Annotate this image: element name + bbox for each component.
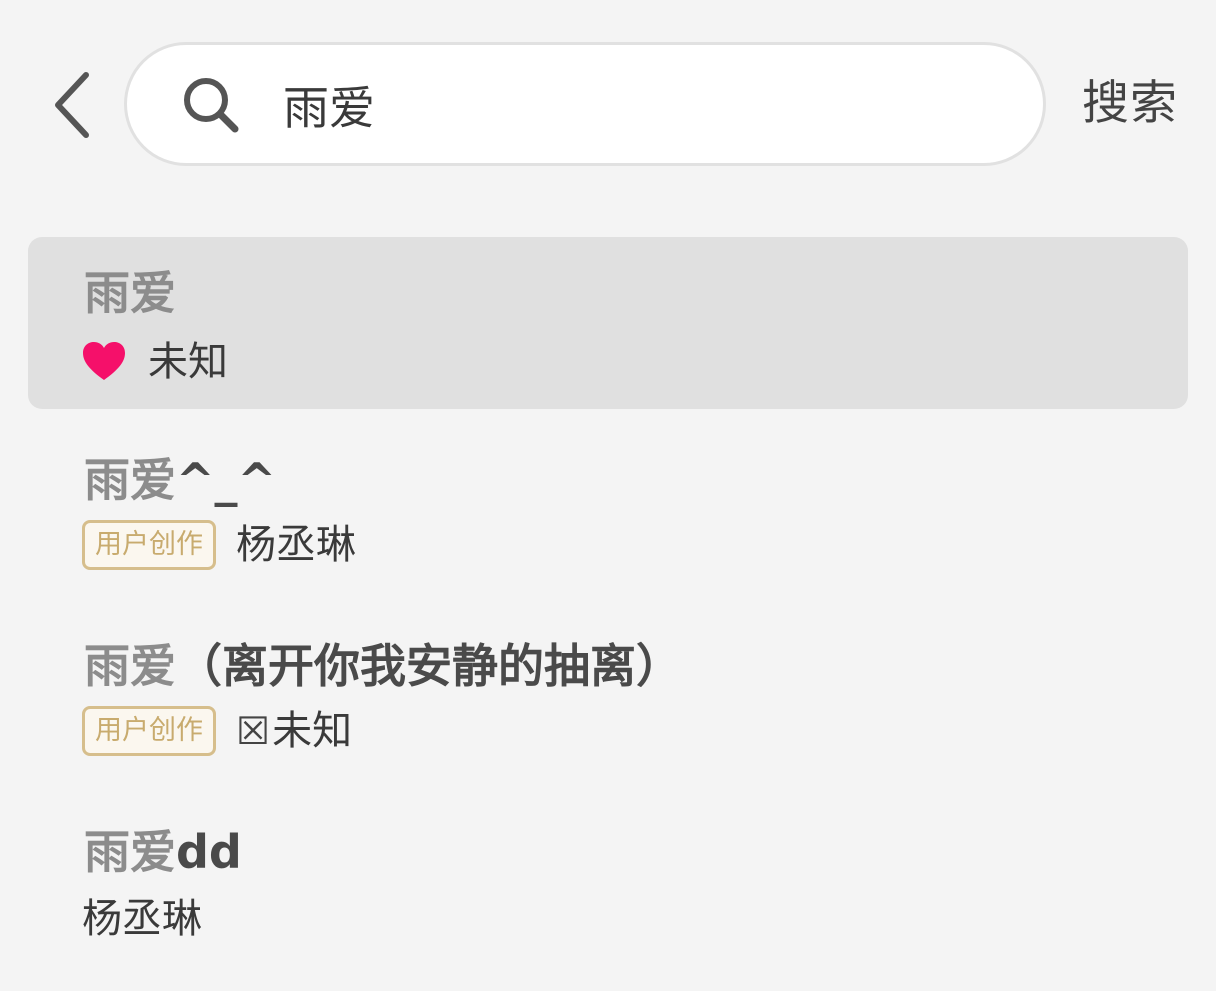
back-button[interactable] bbox=[40, 60, 104, 150]
search-icon bbox=[184, 78, 239, 133]
suggestion-title-rest: （离开你我安静的抽离） bbox=[176, 639, 682, 693]
search-input[interactable] bbox=[283, 65, 983, 145]
suggestion-subtitle-row: 用户创作 ☒ 未知 bbox=[82, 706, 352, 756]
suggestion-subtitle-row: 用户创作 杨丞琳 bbox=[82, 520, 356, 570]
search-bar[interactable] bbox=[124, 42, 1046, 166]
user-created-badge: 用户创作 bbox=[82, 706, 216, 756]
heart-icon bbox=[83, 342, 125, 380]
user-created-badge: 用户创作 bbox=[82, 520, 216, 570]
suggestion-title-match: 雨爱 bbox=[84, 453, 176, 507]
suggestion-item[interactable]: 雨爱 未知 bbox=[28, 237, 1188, 409]
suggestion-item[interactable]: 雨爱^_^ 用户创作 杨丞琳 bbox=[28, 440, 1188, 590]
suggestion-title: 雨爱（离开你我安静的抽离） bbox=[84, 636, 682, 696]
suggestion-title-match: 雨爱 bbox=[84, 825, 176, 879]
suggestion-artist: 杨丞琳 bbox=[236, 522, 356, 568]
search-button[interactable]: 搜索 bbox=[1082, 74, 1178, 134]
search-page: 搜索 雨爱 未知 雨爱^_^ 用户创作 杨丞琳 雨爱（离开你我安静的抽离） 用户… bbox=[0, 0, 1216, 991]
suggestion-title: 雨爱 bbox=[84, 263, 176, 323]
suggestion-title-match: 雨爱 bbox=[84, 266, 176, 320]
suggestion-title: 雨爱dd bbox=[84, 822, 242, 882]
suggestion-title-rest: dd bbox=[176, 825, 242, 879]
suggestion-item[interactable]: 雨爱dd 杨丞琳 bbox=[28, 812, 1188, 962]
placeholder-box-icon: ☒ bbox=[236, 709, 271, 753]
suggestion-title-rest: ^_^ bbox=[176, 453, 277, 507]
suggestion-artist: 未知 bbox=[148, 339, 228, 385]
suggestion-title: 雨爱^_^ bbox=[84, 450, 276, 510]
suggestion-artist: 未知 bbox=[272, 708, 353, 754]
suggestion-item[interactable]: 雨爱（离开你我安静的抽离） 用户创作 ☒ 未知 bbox=[28, 626, 1188, 776]
suggestion-artist: 杨丞琳 bbox=[82, 896, 202, 942]
suggestion-subtitle-row: 未知 bbox=[82, 337, 228, 387]
suggestion-subtitle-row: 杨丞琳 bbox=[82, 894, 202, 944]
chevron-left-icon bbox=[55, 72, 89, 138]
suggestion-title-match: 雨爱 bbox=[84, 639, 176, 693]
